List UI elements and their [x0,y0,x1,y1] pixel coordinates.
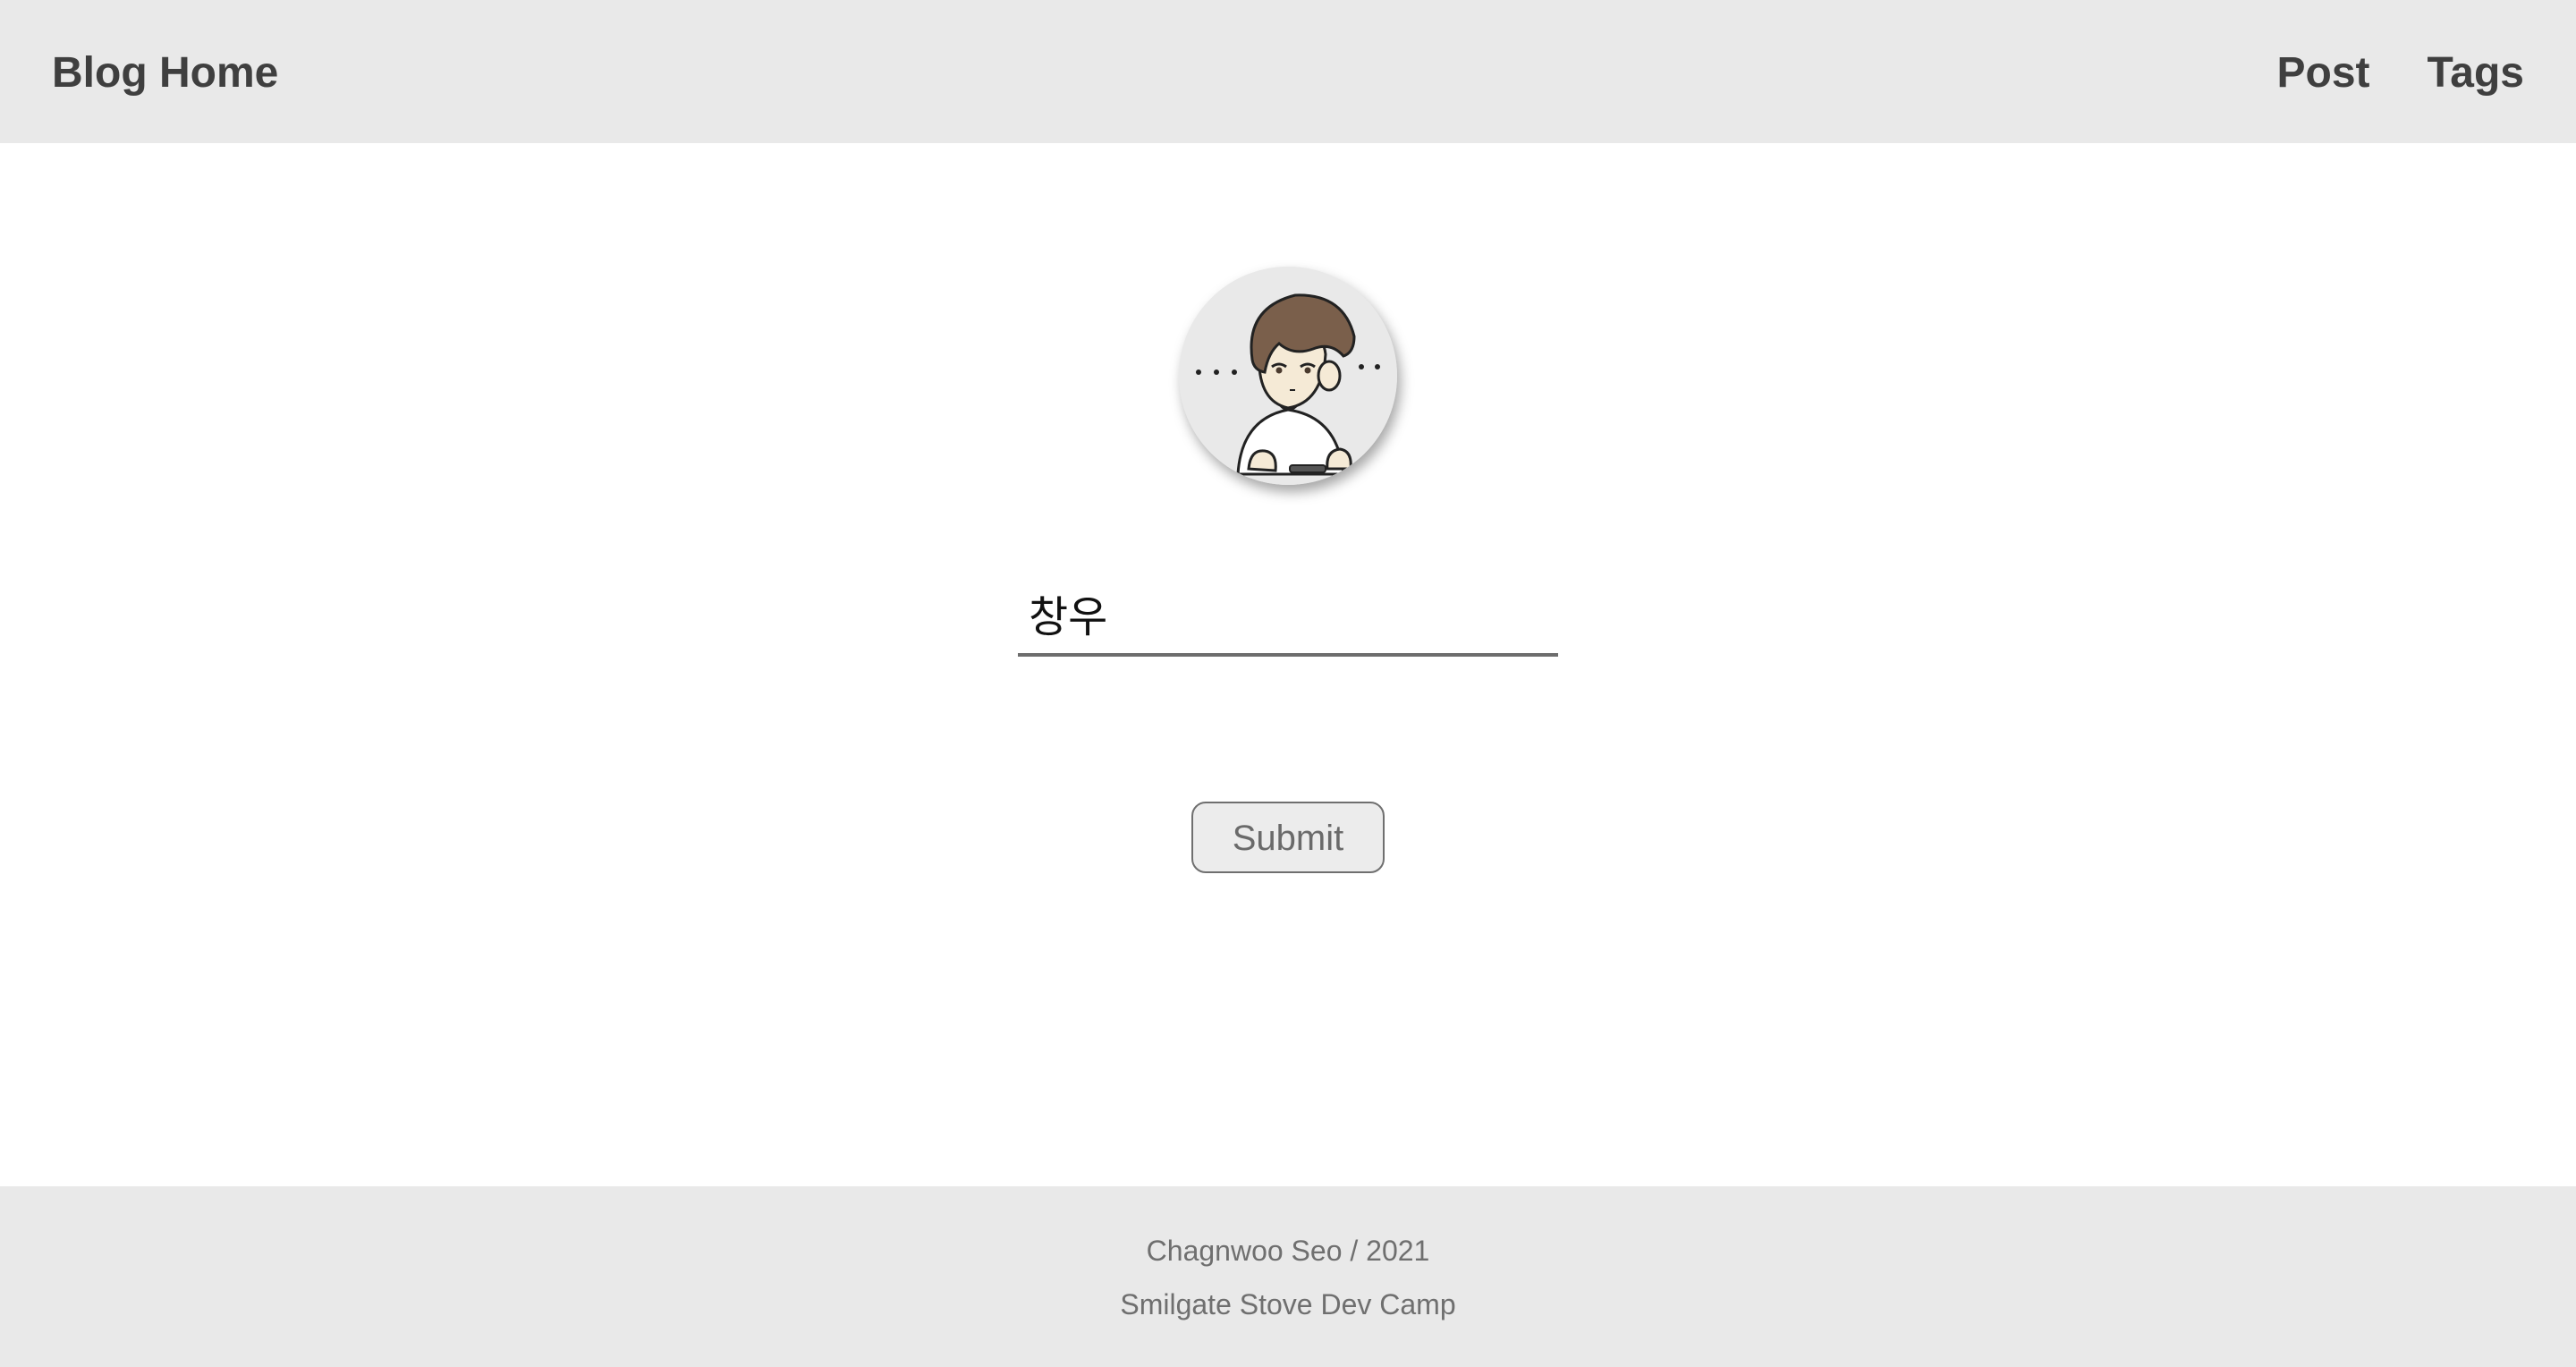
main-nav: Post Tags [2277,47,2524,100]
footer-credit: Chagnwoo Seo / 2021 [1146,1235,1430,1267]
profile-avatar [1179,267,1397,485]
top-navigation-bar: Blog Home Post Tags [0,0,2576,143]
page: Blog Home Post Tags 창우 Submit Chagnwoo S… [0,0,2576,1367]
name-input[interactable] [1018,573,1558,657]
nav-post-link[interactable]: Post [2277,47,2370,100]
nav-tags-link[interactable]: Tags [2428,47,2524,100]
user-avatar-illustration [1179,267,1397,485]
blog-home-link[interactable]: Blog Home [52,47,278,100]
footer: Chagnwoo Seo / 2021 Smilgate Stove Dev C… [0,1186,2576,1367]
footer-organization: Smilgate Stove Dev Camp [1120,1288,1456,1320]
submit-button[interactable]: Submit [1191,802,1385,873]
